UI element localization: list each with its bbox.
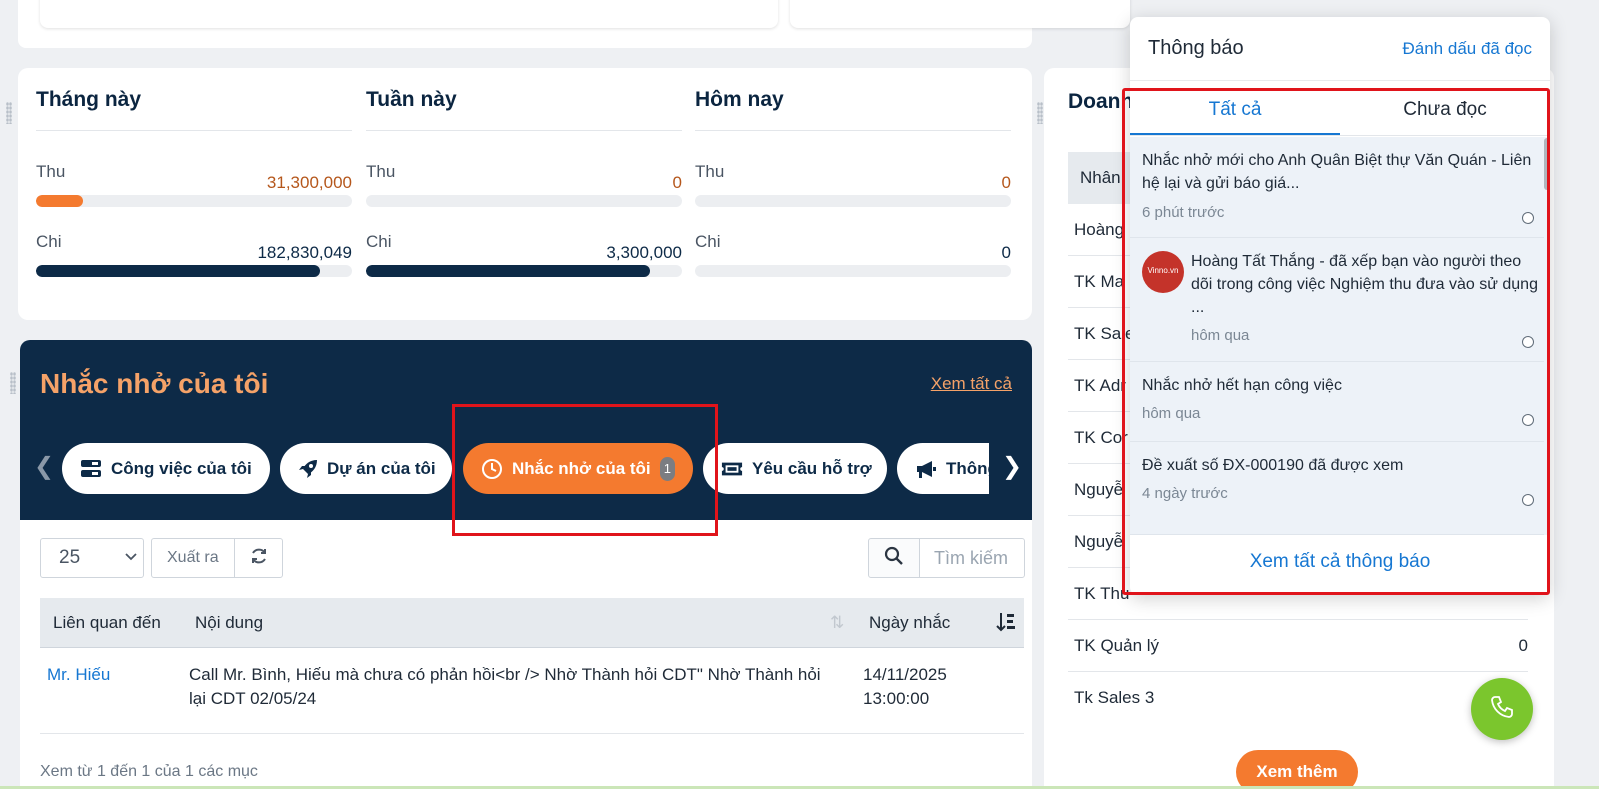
income-bar (366, 195, 682, 207)
divider (695, 130, 1011, 131)
sort-desc-icon[interactable] (996, 611, 1016, 638)
search-button[interactable] (868, 538, 920, 578)
related-link[interactable]: Mr. Hiếu (47, 663, 110, 687)
tab-my-projects[interactable]: Dự án của tôi (280, 443, 452, 494)
reminder-content: Call Mr. Bình, Hiếu mà chưa có phản hồi<… (189, 665, 821, 708)
top-inner-card-right (790, 0, 1130, 28)
stat-title: Tháng này (36, 88, 142, 111)
rocket-icon (298, 458, 318, 480)
tab-label: Yêu cầu hỗ trợ (752, 458, 872, 478)
income-label: Thu (36, 162, 66, 181)
row-name: Nguyễ (1074, 532, 1124, 551)
tab-support-requests[interactable]: Yêu cầu hỗ trợ (703, 443, 887, 494)
row-name: TK Adr (1074, 376, 1126, 395)
search-icon (884, 546, 904, 571)
reminder-date: 14/11/2025 (863, 665, 947, 684)
row-name: TK Quản lý (1074, 636, 1160, 655)
tab-my-tasks[interactable]: Công việc của tôi (62, 443, 270, 494)
tab-label: Dự án của tôi (327, 458, 436, 478)
expense-label: Chi (36, 232, 62, 251)
highlight-box (1122, 88, 1550, 595)
chevron-down-icon (125, 549, 137, 571)
income-bar (695, 195, 1011, 207)
top-inner-card-left (40, 0, 778, 28)
tab-announcements[interactable]: Thông (897, 443, 989, 494)
column-header-date[interactable]: Ngày nhắc (869, 613, 950, 633)
expense-bar-fill (366, 265, 651, 277)
income-label: Thu (695, 162, 725, 181)
export-button[interactable]: Xuất ra (151, 538, 235, 578)
column-header-related[interactable]: Liên quan đến (53, 613, 161, 633)
income-bar (36, 195, 352, 207)
expense-label: Chi (366, 232, 392, 251)
table-row: Tk Sales 3 (1068, 672, 1528, 724)
ticket-icon (721, 458, 743, 480)
column-header: Nhân (1080, 168, 1121, 187)
page-size-select[interactable]: 25 (40, 538, 144, 578)
table-header: Liên quan đến Nội dung ⇅ Ngày nhắc (40, 598, 1024, 648)
income-label: Thu (366, 162, 396, 181)
expense-value: 3,300,000 (606, 243, 682, 262)
income-value: 0 (1001, 173, 1011, 192)
row-name: TK Cor (1074, 428, 1128, 447)
divider (36, 130, 352, 131)
stat-title: Hôm nay (695, 88, 784, 111)
tab-label: Công việc của tôi (111, 458, 252, 478)
expense-bar-fill (36, 265, 321, 277)
table-row: TK Quản lý 0 (1068, 620, 1528, 672)
drag-handle-icon[interactable] (6, 102, 12, 124)
mark-all-read-link[interactable]: Đánh dấu đã đọc (1403, 39, 1533, 59)
export-label: Xuất ra (167, 549, 219, 566)
income-bar-fill (36, 195, 84, 207)
highlight-box (452, 404, 718, 536)
finance-stats-card: Tháng này Thu 31,300,000 Chi 182,830,049… (18, 68, 1032, 320)
sort-icon[interactable]: ⇅ (830, 613, 844, 633)
expense-bar (366, 265, 682, 277)
expense-label: Chi (695, 232, 721, 251)
chevron-right-icon[interactable]: ❯ (1002, 452, 1022, 481)
notification-header: Thông báo Đánh dấu đã đọc (1130, 17, 1550, 81)
refresh-button[interactable] (234, 538, 283, 578)
column-header-content[interactable]: Nội dung (195, 613, 263, 633)
row-name: Nguyễ (1074, 480, 1124, 499)
row-name: Hoàng (1074, 220, 1125, 239)
divider (366, 130, 682, 131)
panel-title: Nhắc nhở của tôi (40, 368, 269, 399)
income-value: 0 (672, 173, 682, 192)
row-name: Tk Sales 3 (1074, 688, 1155, 707)
reminder-time: 13:00:00 (863, 689, 930, 708)
refresh-icon (250, 547, 268, 570)
table-row: Mr. Hiếu Call Mr. Bình, Hiếu mà chưa có … (40, 648, 1024, 734)
search-placeholder: Tìm kiếm (934, 547, 1008, 568)
tab-label: Thông (946, 458, 989, 478)
expense-value: 182,830,049 (257, 243, 352, 262)
table-info: Xem từ 1 đến 1 của 1 các mục (40, 763, 258, 780)
view-more-button[interactable]: Xem thêm (1236, 750, 1358, 789)
page-size-value: 25 (59, 547, 81, 568)
chevron-left-icon[interactable]: ❮ (34, 452, 54, 481)
expense-bar (695, 265, 1011, 277)
expense-value: 0 (1001, 243, 1011, 262)
call-button[interactable] (1471, 678, 1533, 740)
drag-handle-icon[interactable] (10, 372, 16, 394)
drag-handle-icon[interactable] (1037, 102, 1043, 124)
expense-bar (36, 265, 352, 277)
row-value: 0 (1518, 636, 1528, 655)
tasks-icon (80, 458, 102, 480)
search-input[interactable]: Tìm kiếm (919, 538, 1025, 578)
row-name: TK Ma (1074, 272, 1125, 291)
megaphone-icon (915, 458, 937, 480)
view-all-link[interactable]: Xem tất cả (931, 374, 1012, 394)
stat-title: Tuần này (366, 88, 457, 111)
phone-icon (1489, 694, 1515, 725)
income-value: 31,300,000 (266, 173, 352, 192)
notification-title: Thông báo (1148, 37, 1244, 59)
